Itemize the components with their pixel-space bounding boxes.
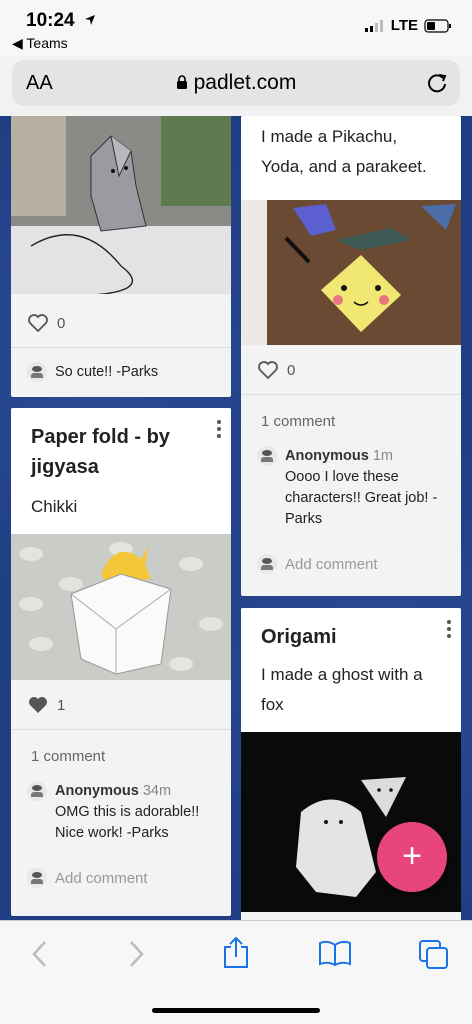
home-indicator [152,1008,320,1013]
signal-icon [364,19,383,32]
post-card-paper-fold[interactable]: Paper fold - by jigyasa Chikki 1 1 comme… [11,408,231,916]
avatar [27,362,47,382]
back-app-label: Teams [26,35,68,51]
tabs-icon[interactable] [418,939,450,971]
bookmarks-icon[interactable] [318,939,352,967]
domain-label: padlet.com [193,71,297,94]
post-photo-origami-chick[interactable] [11,534,231,680]
system-indicators: LTE [364,17,452,34]
comment: Anonymous 34m OMG this is adorable!! Nic… [27,781,215,844]
add-post-button[interactable]: + [377,822,447,892]
like-area[interactable]: 0 [27,313,215,333]
post-title: Origami [261,626,337,648]
post-footer: 0 1 comment Anonymous 1m Oooo I love the… [241,350,461,574]
forward-arrow-icon[interactable] [124,939,148,969]
post-card-robot[interactable]: 0 So cute!! -Parks [11,116,231,397]
post-header: Origami I made a ghost with a fox [241,608,461,732]
heart-outline-icon[interactable] [257,360,279,380]
url-bar[interactable]: AA padlet.com [12,60,460,106]
share-icon[interactable] [221,935,251,969]
comment: So cute!! -Parks [27,362,215,383]
comment: Anonymous 1m Oooo I love these character… [257,446,445,530]
address-field[interactable]: padlet.com [12,71,460,95]
post-photo-origami-pikachu[interactable] [241,200,461,345]
post-title: Paper fold - by jigyasa [31,426,170,478]
heart-filled-icon[interactable] [27,695,49,715]
like-area[interactable]: 0 [257,360,445,380]
avatar [257,446,277,466]
comment-text: OMG this is adorable!! Nice work! -Parks [55,804,200,841]
like-count: 0 [57,314,66,332]
clock: 10:24 [26,10,75,31]
padlet-board[interactable]: 0 So cute!! -Parks Paper fold - by jigya… [0,116,472,920]
post-footer: 1 1 comment Anonymous 34m OMG this is ad… [11,685,231,888]
comment-count[interactable]: 1 comment [31,748,215,765]
back-arrow-icon[interactable] [28,939,52,969]
add-comment-label: Add comment [285,555,378,573]
post-photo-origami-cat[interactable] [11,116,231,297]
post-footer: 0 So cute!! -Parks [11,299,231,383]
battery-icon [424,18,451,33]
like-area[interactable]: 1 [27,695,215,715]
comment-author: Anonymous [55,783,139,799]
add-comment[interactable]: Add comment [27,868,215,888]
add-comment[interactable]: Add comment [257,554,445,574]
back-to-app[interactable]: ◀ Teams [12,35,68,52]
comment-text: So cute!! -Parks [55,364,159,380]
status-bar: 10:24 ◀ Teams LTE [0,0,472,56]
comment-time: 34m [142,783,172,799]
avatar [257,554,277,574]
post-body: Chikki [31,497,78,516]
post-card-pikachu[interactable]: I made a Pikachu, Yoda, and a parakeet. … [241,116,461,596]
post-menu-icon[interactable] [217,420,221,441]
reload-icon[interactable] [426,71,448,95]
lock-icon [176,75,187,89]
avatar [27,868,47,888]
avatar [27,781,47,801]
like-count: 0 [287,361,296,379]
comment-author: Anonymous [285,448,369,464]
heart-outline-icon[interactable] [27,313,49,333]
like-count: 1 [57,696,66,714]
post-body: I made a ghost with a fox [261,665,423,714]
post-header: I made a Pikachu, Yoda, and a parakeet. [241,116,461,200]
comment-time: 1m [372,448,393,464]
add-comment-label: Add comment [55,869,148,887]
comment-count[interactable]: 1 comment [261,413,445,430]
location-arrow-icon [85,15,95,25]
post-header: Paper fold - by jigyasa Chikki [11,408,231,534]
post-menu-icon[interactable] [447,620,451,641]
post-body: I made a Pikachu, Yoda, and a parakeet. [261,127,427,176]
network-label: LTE [390,17,418,34]
comment-text: Oooo I love these characters!! Great job… [285,469,438,527]
